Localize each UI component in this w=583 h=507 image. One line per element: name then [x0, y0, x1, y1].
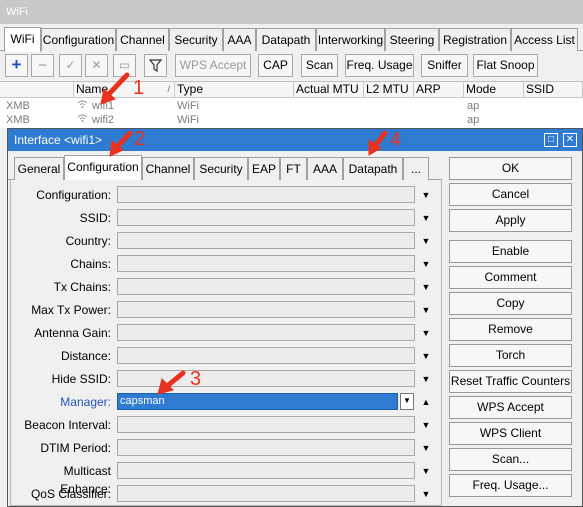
annotation-arrow-1: [104, 72, 130, 99]
annotation-4: 4: [390, 129, 402, 151]
annotation-2: 2: [134, 128, 146, 150]
annotation-arrows: [100, 72, 388, 395]
annotation-3: 3: [190, 368, 202, 390]
annotation-1: 1: [133, 77, 145, 99]
